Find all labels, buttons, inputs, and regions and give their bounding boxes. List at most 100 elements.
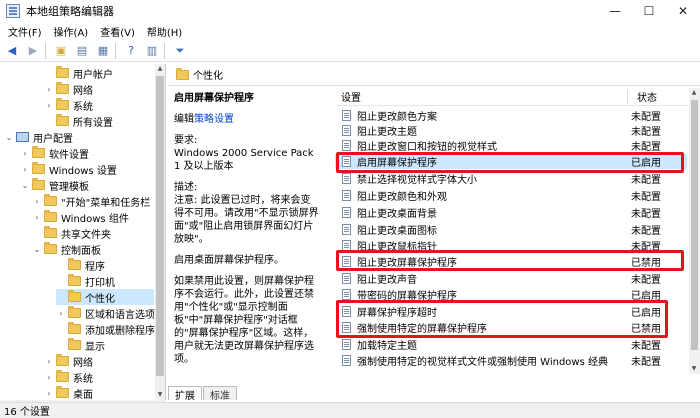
setting-name: 阻止更改声音 xyxy=(357,275,417,286)
toolbar: ◀ ▶ ▣ ▤ ▦ ? ▥ ⏷ xyxy=(0,40,700,62)
folder-icon xyxy=(68,338,81,350)
minimize-button[interactable]: — xyxy=(598,0,632,22)
tree-item[interactable]: › Windows 设置 xyxy=(20,161,117,177)
properties-icon[interactable]: ▥ xyxy=(143,42,161,60)
expand-arrow-icon[interactable]: › xyxy=(44,101,54,110)
tree-item[interactable]: 打印机 xyxy=(56,273,115,289)
menu-action[interactable]: 操作(A) xyxy=(54,24,89,39)
folder-icon xyxy=(32,162,45,174)
expand-arrow-icon[interactable]: › xyxy=(20,165,30,174)
menu-help[interactable]: 帮助(H) xyxy=(147,24,182,39)
list-item[interactable]: 阻止更改桌面背景 未配置 xyxy=(335,205,687,220)
scroll-up-icon[interactable]: ▲ xyxy=(155,64,165,74)
expand-arrow-icon[interactable]: › xyxy=(32,213,42,222)
tree-scrollbar[interactable]: ▲ ▼ xyxy=(155,64,165,400)
tree-item[interactable]: › "开始"菜单和任务栏 xyxy=(32,193,150,209)
tree-item[interactable]: › 桌面 xyxy=(44,385,93,400)
expand-arrow-icon[interactable]: › xyxy=(44,85,54,94)
scroll-down-icon[interactable]: ▼ xyxy=(689,364,699,374)
tree-item-label: 共享文件夹 xyxy=(61,229,111,241)
description-pane: 启用屏幕保护程序 编辑策略设置 要求: Windows 2000 Service … xyxy=(168,88,326,374)
expand-arrow-icon[interactable]: › xyxy=(20,149,30,158)
list-item[interactable]: 加载特定主题 未配置 xyxy=(335,337,687,352)
column-setting[interactable]: 设置 xyxy=(341,89,361,104)
list-item[interactable]: 禁止选择视觉样式字体大小 未配置 xyxy=(335,171,687,186)
tree-item[interactable]: ⌄ 管理模板 xyxy=(20,177,89,193)
tree-item[interactable]: 共享文件夹 xyxy=(32,225,111,241)
tree-item[interactable]: ⌄ 用户配置 xyxy=(4,129,73,145)
setting-state: 未配置 xyxy=(631,127,661,138)
highlight-box xyxy=(336,152,684,173)
list-item[interactable]: 阻止更改窗口和按钮的视觉样式 未配置 xyxy=(335,138,687,153)
tree-item-label: "开始"菜单和任务栏 xyxy=(61,197,151,209)
list-item[interactable]: 阻止更改颜色和外观 未配置 xyxy=(335,188,687,203)
help-icon[interactable]: ? xyxy=(122,42,140,60)
tree-item[interactable]: 添加或删除程序 xyxy=(56,321,155,337)
folder-icon xyxy=(176,67,189,80)
show-tree-icon[interactable]: ▤ xyxy=(73,42,91,60)
tree-item[interactable]: › 网络 xyxy=(44,81,93,97)
collapse-arrow-icon[interactable]: ⌄ xyxy=(32,245,42,254)
collapse-arrow-icon[interactable]: ⌄ xyxy=(20,181,30,190)
filter-icon[interactable]: ⏷ xyxy=(171,42,189,60)
tree-item-selected[interactable]: 个性化 xyxy=(56,289,154,305)
folder-icon xyxy=(32,146,45,158)
edit-policy-link[interactable]: 策略设置 xyxy=(194,114,234,125)
tree-item[interactable]: › 系统 xyxy=(44,97,93,113)
list-item[interactable]: 阻止更改声音 未配置 xyxy=(335,271,687,286)
tree-item[interactable]: › 网络 xyxy=(44,353,93,369)
scroll-down-icon[interactable]: ▼ xyxy=(155,390,165,400)
tree-item[interactable]: 程序 xyxy=(56,257,105,273)
expand-arrow-icon[interactable]: › xyxy=(44,389,54,398)
setting-state: 未配置 xyxy=(631,341,661,352)
list-item[interactable]: 阻止更改颜色方案 未配置 xyxy=(335,108,687,123)
policy-setting-icon xyxy=(342,140,351,151)
toolbar-divider xyxy=(164,42,165,59)
tab-extended[interactable]: 扩展 xyxy=(168,386,202,402)
close-button[interactable]: ✕ xyxy=(666,0,700,22)
up-folder-icon[interactable]: ▣ xyxy=(52,42,70,60)
policy-setting-icon xyxy=(342,173,351,184)
expand-arrow-icon[interactable]: › xyxy=(44,357,54,366)
tree-item[interactable]: 显示 xyxy=(56,337,105,353)
setting-name: 禁止选择视觉样式字体大小 xyxy=(357,175,477,186)
setting-name: 阻止更改桌面背景 xyxy=(357,209,437,220)
tree-item-label: 系统 xyxy=(73,373,93,385)
list-item[interactable]: 阻止更改桌面图标 未配置 xyxy=(335,222,687,237)
setting-title: 启用屏幕保护程序 xyxy=(174,93,254,104)
tree-scroll-thumb[interactable] xyxy=(156,76,164,376)
folder-icon xyxy=(56,82,69,94)
forward-arrow-icon[interactable]: ▶ xyxy=(24,42,42,60)
tree-item[interactable]: › 系统 xyxy=(44,369,93,385)
scroll-up-icon[interactable]: ▲ xyxy=(689,88,699,98)
policy-setting-icon xyxy=(342,289,351,300)
list-scroll-thumb[interactable] xyxy=(691,100,698,350)
tree-item[interactable]: › 软件设置 xyxy=(20,145,89,161)
expand-arrow-icon[interactable]: › xyxy=(56,309,66,318)
toolbar-divider xyxy=(115,42,116,59)
list-item[interactable]: 阻止更改主题 未配置 xyxy=(335,123,687,138)
edit-policy-line: 编辑策略设置 xyxy=(174,113,320,126)
menu-view[interactable]: 查看(V) xyxy=(100,24,135,39)
tab-standard[interactable]: 标准 xyxy=(203,386,237,402)
collapse-arrow-icon[interactable]: ⌄ xyxy=(4,133,14,142)
tree-item[interactable]: › 区域和语言选项 xyxy=(56,305,155,321)
content-header: 个性化 xyxy=(168,64,700,86)
tree-item[interactable]: ⌄ 控制面板 xyxy=(32,241,101,257)
tree-item-label: 用户帐户 xyxy=(73,69,113,81)
tree-item[interactable]: 所有设置 xyxy=(44,113,113,129)
tree-item[interactable]: 用户帐户 xyxy=(44,65,113,81)
menu-file[interactable]: 文件(F) xyxy=(8,24,42,39)
column-divider[interactable] xyxy=(627,90,628,104)
highlight-box xyxy=(336,300,668,338)
tree-item[interactable]: › Windows 组件 xyxy=(32,209,129,225)
column-state[interactable]: 状态 xyxy=(637,89,657,104)
back-arrow-icon[interactable]: ◀ xyxy=(3,42,21,60)
expand-arrow-icon[interactable]: › xyxy=(32,197,42,206)
description-para2: 启用桌面屏幕保护程序。 xyxy=(174,255,284,266)
expand-arrow-icon[interactable]: › xyxy=(44,373,54,382)
maximize-button[interactable]: ☐ xyxy=(632,0,666,22)
export-list-icon[interactable]: ▦ xyxy=(94,42,112,60)
list-scrollbar[interactable]: ▲ ▼ xyxy=(689,88,700,374)
list-item[interactable]: 强制使用特定的视觉样式文件或强制使用 Windows 经典 未配置 xyxy=(335,353,687,368)
